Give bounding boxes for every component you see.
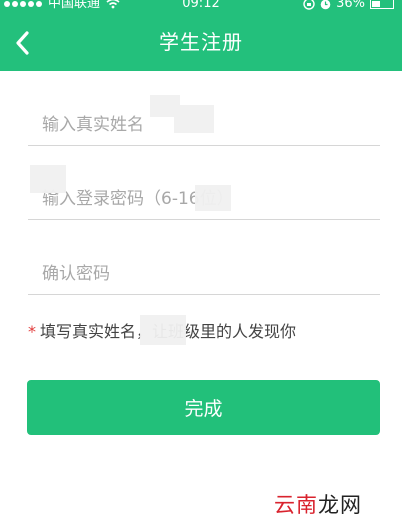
watermark: 云南龙网 — [274, 489, 362, 519]
confirm-password-input[interactable] — [28, 255, 380, 293]
page-title: 学生注册 — [159, 30, 243, 54]
carrier-label: 中国联通 — [48, 0, 101, 11]
status-left: 中国联通 — [4, 0, 120, 10]
real-name-input[interactable] — [28, 106, 380, 144]
watermark-b: 龙网 — [318, 493, 362, 517]
battery-percent: 36% — [336, 0, 365, 11]
rotation-lock-icon — [303, 0, 315, 10]
done-button[interactable]: 完成 — [27, 380, 380, 435]
battery-icon — [370, 0, 394, 9]
alarm-icon — [320, 0, 331, 9]
password-field — [28, 180, 380, 220]
confirm-password-field — [28, 255, 380, 295]
status-bar: 中国联通 09:12 36% — [0, 0, 402, 14]
name-field — [28, 106, 380, 146]
status-time: 09:12 — [182, 0, 220, 11]
watermark-a: 云南 — [274, 493, 318, 517]
hint-text: 填写真实姓名，让班级里的人发现你 — [40, 322, 297, 341]
required-marker: * — [28, 322, 36, 341]
name-hint: * 填写真实姓名，让班级里的人发现你 — [28, 318, 296, 342]
wifi-icon — [106, 0, 120, 9]
status-right: 36% — [303, 0, 394, 10]
signal-dots-icon — [4, 1, 42, 7]
nav-bar: 学生注册 — [0, 14, 402, 71]
top-bar: 中国联通 09:12 36% 学生注册 — [0, 0, 402, 71]
password-input[interactable] — [28, 180, 380, 218]
